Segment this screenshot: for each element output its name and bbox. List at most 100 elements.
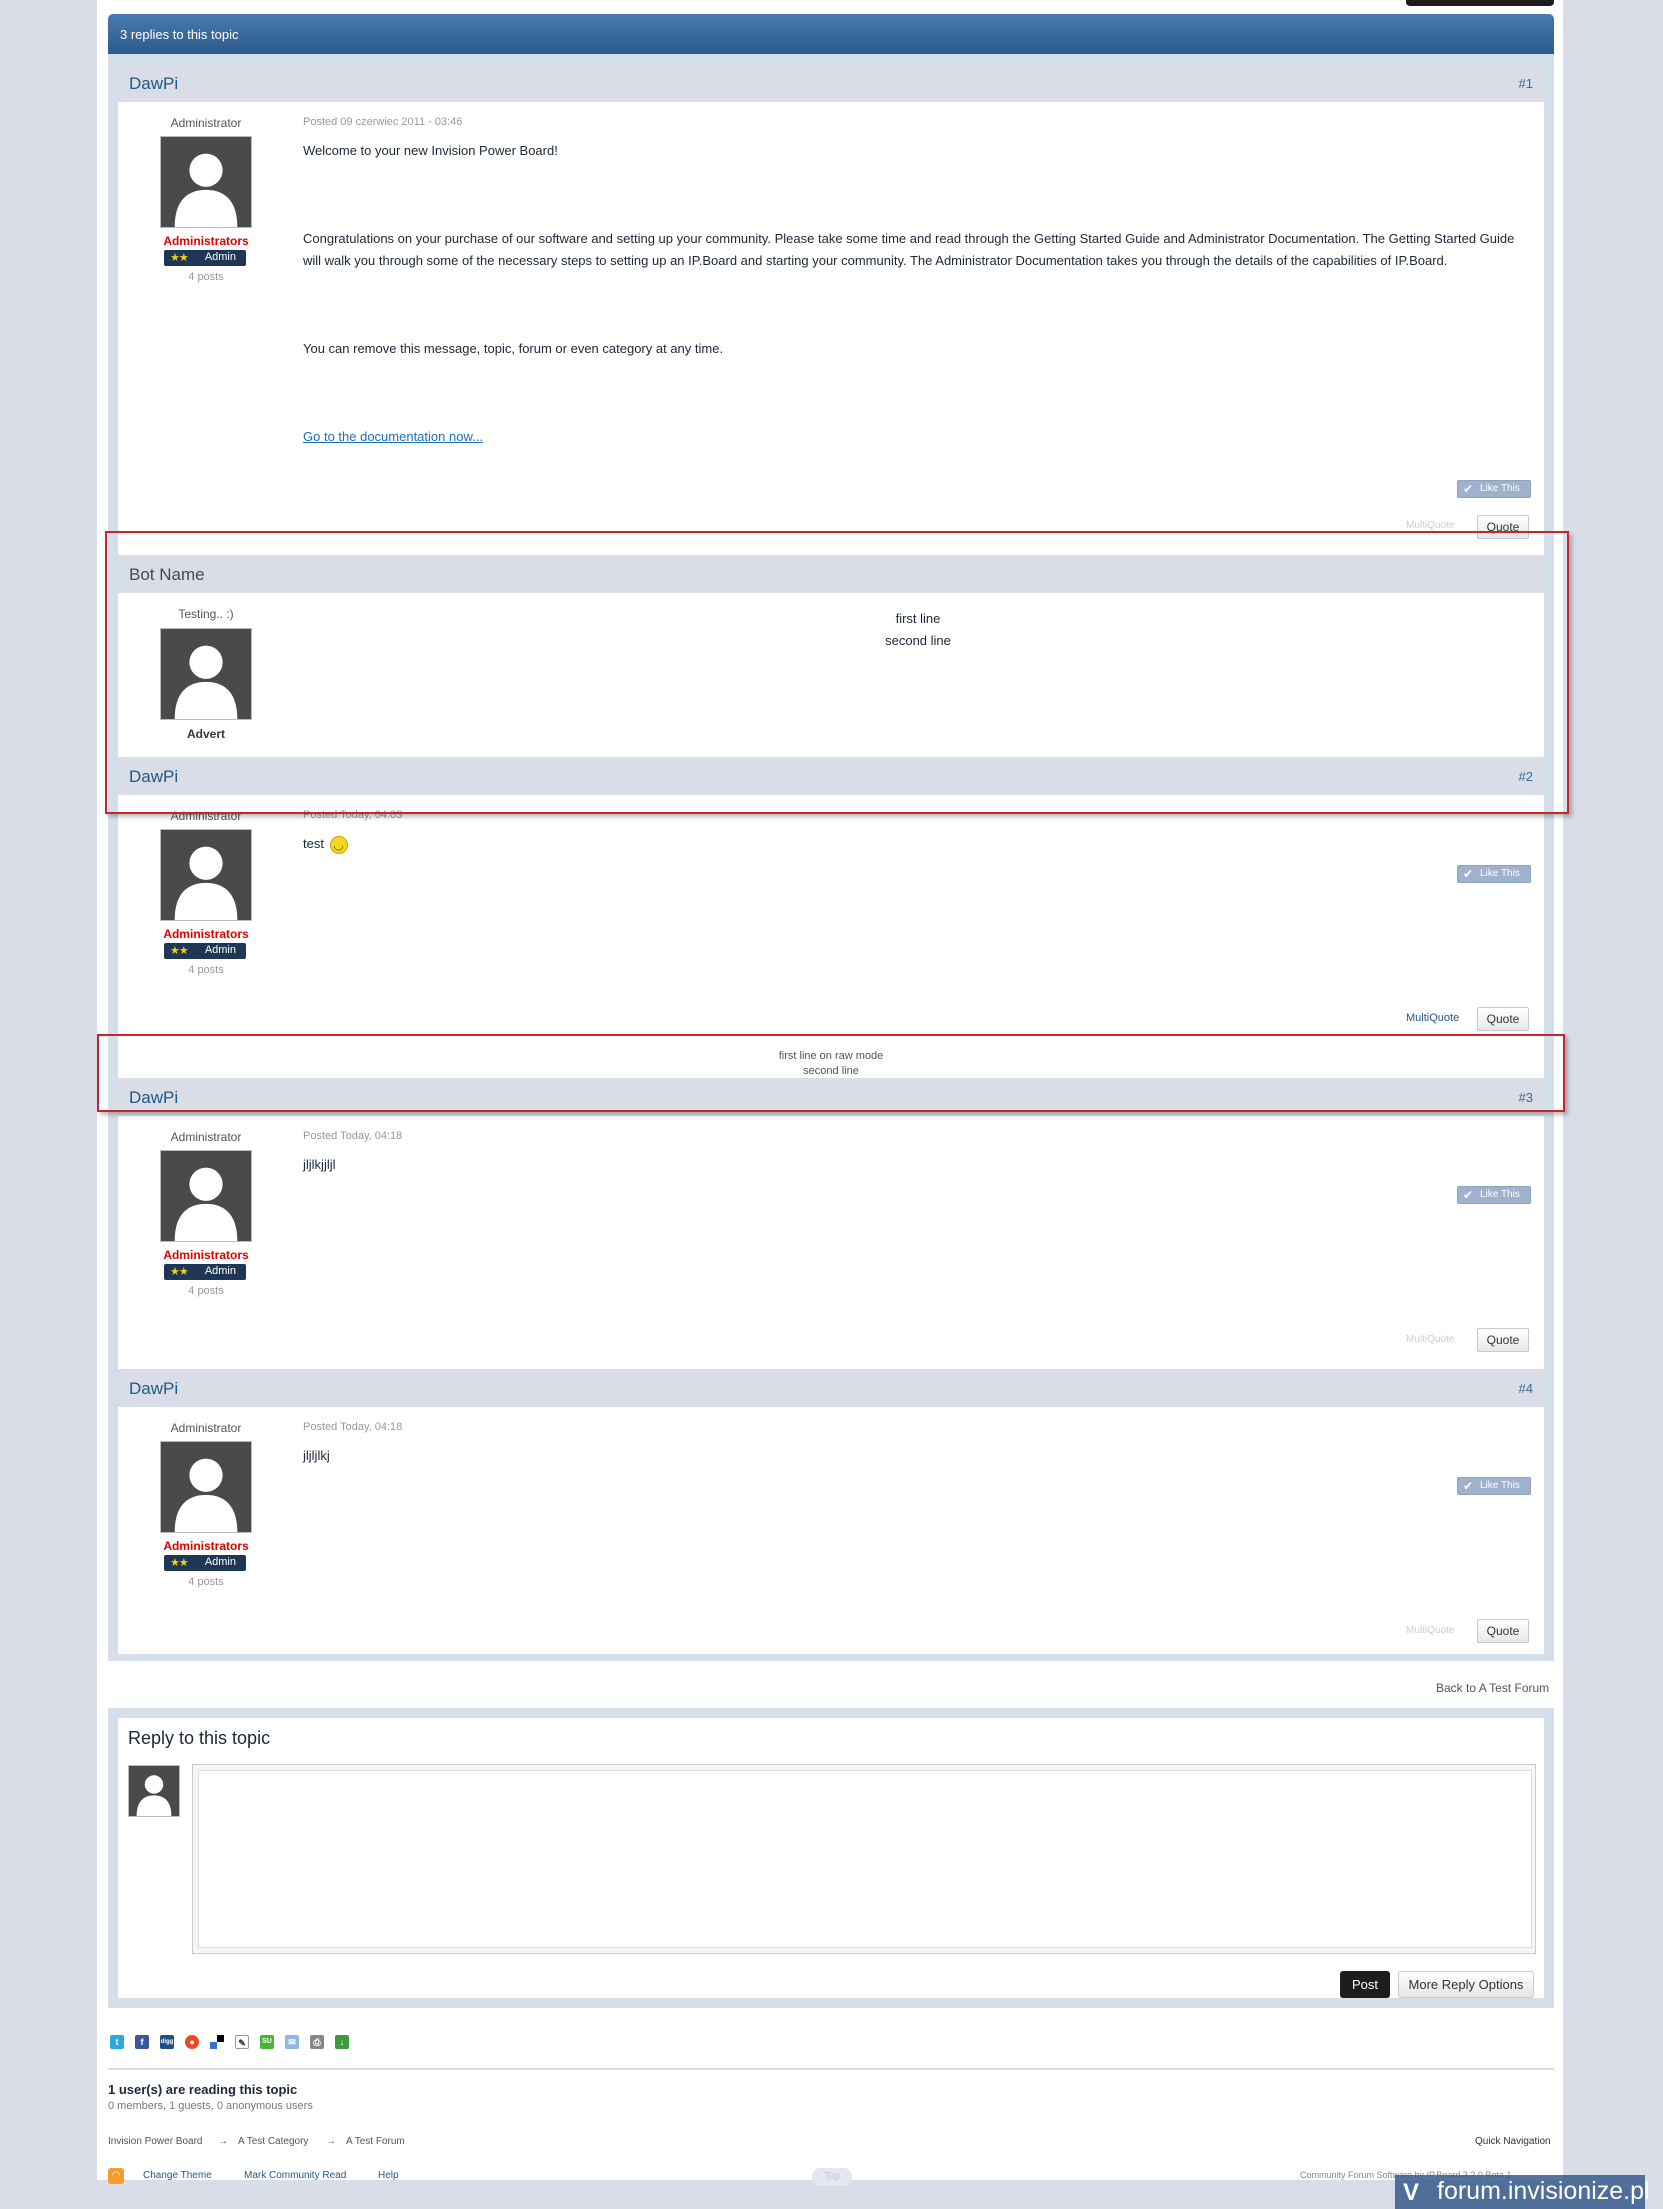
reply-title: Reply to this topic [128,1728,271,1748]
avatar[interactable] [160,136,252,228]
post-body: test ◡ [303,833,348,855]
help-link[interactable]: Help [378,2170,399,2181]
post-text: test [303,836,324,851]
highlight-box [97,1034,1565,1112]
post-count: 4 posts [188,1576,224,1588]
breadcrumb-separator-icon: → [218,2136,228,2147]
post-button[interactable]: Post [1340,1971,1390,1998]
post-number[interactable]: #1 [1519,76,1533,91]
check-icon: ✔ [1463,1479,1474,1493]
post-body: jljljlkj [303,1445,330,1467]
check-icon: ✔ [1463,482,1474,496]
highlight-box [105,531,1569,814]
smiley-icon: ◡ [329,835,348,854]
like-label: Like This [1480,483,1520,494]
author-title: Administrator [170,1130,242,1144]
reddit-icon[interactable]: ✎ [235,2035,249,2049]
post-count: 4 posts [188,271,224,283]
breadcrumb-item[interactable]: Invision Power Board [108,2136,203,2147]
avatar-silhouette-icon [161,830,251,920]
quote-button[interactable]: Quote [1477,1619,1529,1643]
post-body: Welcome to your new Invision Power Board… [303,140,1533,448]
rank-label: Admin [204,1265,236,1277]
post-4-header: DawPi #4 [118,1369,1544,1407]
check-icon: ✔ [1463,867,1474,881]
change-theme-link[interactable]: Change Theme [143,2170,212,2181]
stumbleupon-icon[interactable]: SU [260,2035,274,2049]
download-icon[interactable]: ↓ [335,2035,349,2049]
like-button[interactable]: ✔ Like This [1457,1186,1531,1204]
like-label: Like This [1480,1189,1520,1200]
avatar-silhouette-icon [161,1151,251,1241]
post-text: jljlkjjljl [303,1157,336,1172]
multiquote-button[interactable]: MultiQuote [1406,1625,1454,1636]
more-reply-options-button[interactable]: More Reply Options [1398,1971,1534,1998]
post-number[interactable]: #4 [1519,1381,1533,1396]
post-count: 4 posts [188,1285,224,1297]
member-group: Administrators [163,1539,249,1553]
avatar[interactable] [160,829,252,921]
quote-button[interactable]: Quote [1477,1328,1529,1352]
rank-stars-icon: ★★ [170,945,189,957]
watermark-text: forum.invisionize.pl [1437,2177,1650,2205]
rank-badge: ★★ Admin [164,250,246,266]
like-button[interactable]: ✔ Like This [1457,480,1531,498]
rank-label: Admin [204,944,236,956]
post-date[interactable]: Posted Today, 04:18 [303,1421,402,1433]
facebook-icon[interactable]: f [135,2035,149,2049]
avatar-silhouette-icon [129,1766,179,1816]
documentation-link[interactable]: Go to the documentation now... [303,429,483,444]
avatar-silhouette-icon [161,1442,251,1532]
post-author-name[interactable]: DawPi [129,74,178,93]
email-icon[interactable]: ✉ [285,2035,299,2049]
readers-detail: 0 members, 1 guests, 0 anonymous users [108,2100,313,2112]
rank-stars-icon: ★★ [170,1557,189,1569]
top-button[interactable] [1406,0,1554,6]
topic-replies-header: 3 replies to this topic [108,14,1554,54]
rank-label: Admin [204,251,236,263]
rank-badge: ★★ Admin [164,943,246,959]
print-icon[interactable]: ⎙ [310,2035,324,2049]
post-date[interactable]: Posted Today, 04:18 [303,1130,402,1142]
post-author-name[interactable]: DawPi [129,1379,178,1398]
avatar[interactable] [160,1150,252,1242]
reply-avatar [128,1765,180,1817]
mark-community-read-link[interactable]: Mark Community Read [244,2170,346,2181]
post-count: 4 posts [188,964,224,976]
post-paragraph: Congratulations on your purchase of our … [303,231,1515,268]
back-to-forum-link[interactable]: Back to A Test Forum [1436,1681,1549,1695]
quick-navigation-link[interactable]: Quick Navigation [1475,2136,1551,2147]
member-group: Administrators [163,1248,249,1262]
post-text: jljljlkj [303,1448,330,1463]
reply-textarea[interactable] [198,1770,1532,1948]
rank-stars-icon: ★★ [170,252,189,264]
multiquote-button[interactable]: MultiQuote [1406,1334,1454,1345]
digg-icon[interactable]: digg [160,2035,174,2049]
twitter-icon[interactable]: t [110,2035,124,2049]
google-buzz-icon[interactable]: ● [185,2035,199,2049]
post-paragraph: You can remove this message, topic, foru… [303,341,724,356]
author-title: Administrator [170,116,242,130]
multiquote-button[interactable]: MultiQuote [1406,1012,1459,1024]
avatar[interactable] [160,1441,252,1533]
watermark-logo-icon: V [1403,2179,1420,2206]
rss-icon[interactable]: ◠ [108,2168,124,2184]
author-title: Administrator [170,1421,242,1435]
like-button[interactable]: ✔ Like This [1457,1477,1531,1495]
like-button[interactable]: ✔ Like This [1457,865,1531,883]
breadcrumb-item[interactable]: A Test Category [238,2136,308,2147]
post-body: jljlkjjljl [303,1154,336,1176]
breadcrumb-item[interactable]: A Test Forum [346,2136,405,2147]
rank-badge: ★★ Admin [164,1555,246,1571]
multiquote-button[interactable]: MultiQuote [1406,520,1454,531]
breadcrumb-separator-icon: → [326,2136,336,2147]
member-group: Administrators [163,927,249,941]
quote-button[interactable]: Quote [1477,1007,1529,1031]
post-date[interactable]: Posted 09 czerwiec 2011 - 03:46 [303,116,462,128]
delicious-icon[interactable] [210,2035,224,2049]
watermark: V forum.invisionize.pl [1395,2175,1650,2209]
back-to-top-link[interactable]: Top [812,2168,852,2186]
avatar-silhouette-icon [161,137,251,227]
divider [108,2068,1554,2070]
readers-title: 1 user(s) are reading this topic [108,2082,298,2097]
